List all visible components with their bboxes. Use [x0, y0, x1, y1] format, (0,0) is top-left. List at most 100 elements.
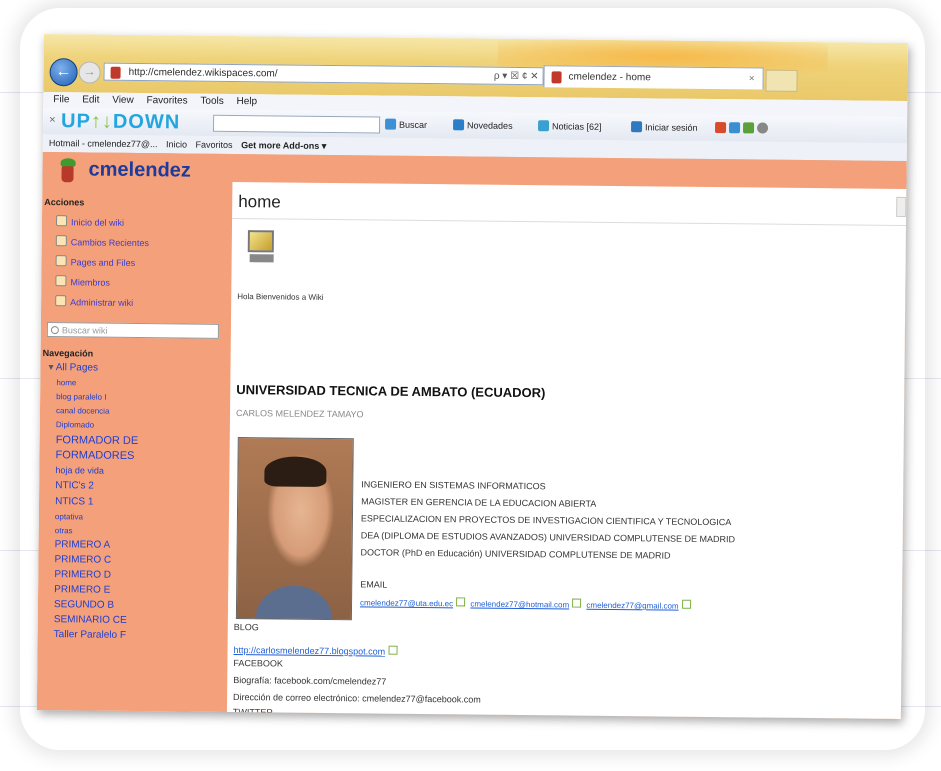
menu-tools[interactable]: Tools [200, 96, 223, 107]
menu-favorites[interactable]: Favorites [146, 95, 187, 106]
facebook-email: Dirección de correo electrónico: cmelend… [233, 692, 481, 705]
fav-favoritos[interactable]: Favoritos [196, 140, 233, 150]
tab-favicon-icon [551, 71, 562, 84]
sidebar-item-label: Cambios Recientes [70, 237, 149, 249]
page-link[interactable]: PRIMERO C [54, 554, 111, 566]
page-link[interactable]: PRIMERO D [54, 569, 111, 581]
menu-edit[interactable]: Edit [82, 94, 99, 105]
admin-icon [55, 295, 67, 307]
wiki-name[interactable]: cmelendez [88, 158, 190, 182]
folder-icon [55, 255, 67, 267]
page-link[interactable]: Taller Paralelo F [54, 629, 126, 641]
fav-get-addons[interactable]: Get more Add-ons ▾ [241, 140, 326, 151]
menu-view[interactable]: View [112, 95, 134, 106]
iniciar-sesion-label: Iniciar sesión [645, 122, 698, 133]
credential-line: MAGISTER EN GERENCIA DE LA EDUCACION ABI… [361, 496, 597, 509]
page-link[interactable]: otras [55, 526, 73, 535]
page-link[interactable]: NTICS 1 [55, 496, 93, 507]
sidebar-item-pages-files[interactable]: Pages and Files [55, 255, 136, 268]
page-link[interactable]: SEMINARIO CE [54, 614, 127, 626]
rss-icon [538, 120, 550, 132]
sidebar-item-label: Administrar wiki [70, 297, 134, 308]
all-pages-label: All Pages [55, 362, 99, 374]
novedades-label: Novedades [467, 120, 513, 131]
welcome-text: Hola Bienvenidos a Wiki [237, 292, 324, 302]
new-tab-button[interactable] [765, 69, 798, 92]
computer-icon [246, 230, 276, 264]
page-link[interactable]: FORMADORES [56, 449, 135, 462]
page-link[interactable]: canal docencia [56, 406, 109, 416]
sidebar-item-miembros[interactable]: Miembros [55, 275, 110, 288]
tab-close-button[interactable]: × [749, 68, 755, 90]
sidebar-item-label: Pages and Files [70, 257, 136, 268]
menu-help[interactable]: Help [236, 96, 257, 107]
fav-hotmail[interactable]: Hotmail - cmelendez77@... [49, 138, 158, 149]
toolbar-close-button[interactable]: × [49, 114, 56, 126]
external-link-icon [681, 599, 691, 609]
news-icon [453, 119, 465, 131]
tab-home[interactable]: cmelendez - home × [543, 65, 764, 90]
page-title: home [238, 192, 281, 212]
logo-arrow-icon: ↑↓ [90, 110, 113, 133]
novedades-button[interactable]: Novedades [453, 119, 513, 131]
sidebar-item-administrar[interactable]: Administrar wiki [55, 295, 133, 308]
calendar-icon [714, 122, 727, 134]
sidebar-item-inicio[interactable]: Inicio del wiki [55, 215, 124, 228]
email-link-uta[interactable]: cmelendez77@uta.edu.ec [360, 598, 453, 608]
page-link[interactable]: SEGUNDO B [54, 599, 114, 611]
page-link[interactable]: FORMADOR DE [56, 434, 139, 447]
site-favicon-icon [110, 66, 121, 79]
all-pages-toggle[interactable]: ▾ All Pages [48, 362, 98, 374]
blog-link[interactable]: http://carlosmelendez77.blogspot.com [234, 645, 386, 657]
back-button[interactable]: ← [49, 58, 78, 87]
search-icon [50, 326, 59, 335]
address-bar[interactable]: http://cmelendez.wikispaces.com/ ρ ▾ ☒ ¢… [103, 62, 544, 86]
navegacion-heading: Navegación [42, 348, 94, 359]
fav-inicio[interactable]: Inicio [166, 139, 187, 149]
noticias-label: Noticias [62] [552, 121, 602, 132]
page-link[interactable]: hoja de vida [55, 465, 104, 476]
sidebar-item-label: Miembros [70, 277, 110, 288]
address-controls[interactable]: ρ ▾ ☒ ¢ ✕ [494, 68, 539, 86]
weather-icon [728, 122, 741, 134]
iniciar-sesion-button[interactable]: Iniciar sesión [631, 121, 698, 133]
sidebar-item-cambios[interactable]: Cambios Recientes [55, 235, 149, 249]
external-link-icon [572, 598, 582, 608]
email-link-hotmail[interactable]: cmelendez77@hotmail.com [470, 599, 569, 609]
plant-logo-icon [58, 156, 78, 186]
profile-photo [235, 437, 354, 621]
credential-line: DEA (DIPLOMA DE ESTUDIOS AVANZADOS) UNIV… [360, 530, 736, 545]
home-icon [55, 215, 68, 227]
toolbar-icons[interactable] [714, 122, 771, 134]
credential-line: DOCTOR (PhD en Educación) UNIVERSIDAD CO… [360, 547, 671, 561]
acciones-heading: Acciones [44, 197, 85, 208]
wiki-content: home Hola Bienvenidos a Wiki UNIVERSIDAD… [226, 181, 907, 720]
changes-icon [55, 235, 67, 247]
noticias-button[interactable]: Noticias [62] [538, 120, 602, 132]
page-link[interactable]: NTIC's 2 [55, 480, 94, 491]
monitor-screen [247, 230, 274, 253]
wiki-sidebar: cmelendez Acciones Inicio del wiki Cambi… [36, 151, 233, 712]
page-link[interactable]: Diplomado [56, 420, 94, 429]
page-link[interactable]: blog paralelo I [56, 392, 106, 402]
page-link[interactable]: home [56, 378, 76, 387]
members-icon [55, 275, 67, 287]
title-divider [232, 217, 907, 227]
page-link[interactable]: PRIMERO E [54, 584, 110, 596]
toolbar-search-input[interactable] [212, 114, 381, 134]
page-options-button[interactable] [896, 196, 907, 218]
buscar-button[interactable]: Buscar [385, 118, 428, 131]
forward-button[interactable]: → [78, 61, 101, 84]
title-bar: ← → http://cmelendez.wikispaces.com/ ρ ▾… [43, 34, 908, 102]
menu-file[interactable]: File [53, 94, 69, 105]
page-link[interactable]: PRIMERO A [55, 539, 111, 551]
external-link-icon [388, 645, 398, 655]
buscar-label: Buscar [399, 119, 428, 131]
page-link[interactable]: optativa [55, 512, 83, 521]
wiki-search-input[interactable]: Buscar wiki [46, 322, 219, 339]
university-heading: UNIVERSIDAD TECNICA DE AMBATO (ECUADOR) [236, 382, 546, 401]
monitor-base [249, 254, 274, 263]
blog-link-row: http://carlosmelendez77.blogspot.com [234, 644, 401, 657]
email-link-gmail[interactable]: cmelendez77@gmail.com [586, 601, 678, 611]
search-placeholder: Buscar wiki [61, 325, 108, 336]
